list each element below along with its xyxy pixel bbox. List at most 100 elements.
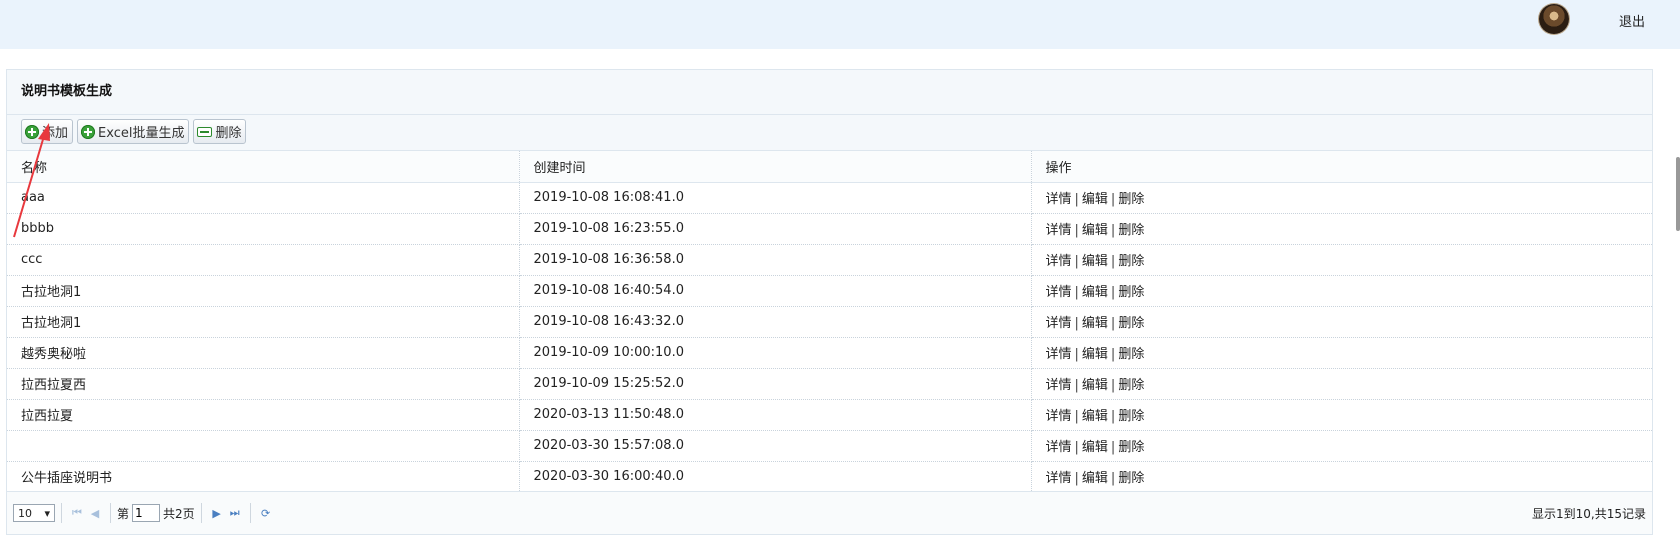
cell-actions: 详情 | 编辑 | 删除 bbox=[1031, 275, 1652, 307]
page-number-input[interactable] bbox=[132, 504, 161, 522]
action-separator: | bbox=[1074, 285, 1079, 300]
last-page-icon[interactable]: ⏭ bbox=[226, 504, 244, 522]
cell-actions: 详情 | 编辑 | 删除 bbox=[1031, 337, 1652, 369]
delete-link[interactable]: 删除 bbox=[1118, 254, 1144, 269]
delete-link[interactable]: 删除 bbox=[1118, 347, 1144, 362]
delete-button[interactable]: 删除 bbox=[193, 119, 247, 144]
detail-link[interactable]: 详情 bbox=[1046, 192, 1072, 207]
action-separator: | bbox=[1074, 254, 1079, 269]
table-row[interactable]: 古拉地洞1 2019-10-08 16:43:32.0 详情 | 编辑 | 删除 bbox=[7, 306, 1652, 338]
action-separator: | bbox=[1074, 223, 1079, 238]
detail-link[interactable]: 详情 bbox=[1046, 285, 1072, 300]
scrollbar-thumb[interactable] bbox=[1676, 157, 1680, 231]
action-separator: | bbox=[1110, 440, 1116, 455]
table-row[interactable]: 公牛插座说明书 2020-03-30 16:00:40.0 详情 | 编辑 | 删除 bbox=[7, 461, 1652, 493]
table-row[interactable]: 拉西拉夏西 2019-10-09 15:25:52.0 详情 | 编辑 | 删除 bbox=[7, 368, 1652, 400]
cell-created: 2019-10-08 16:36:58.0 bbox=[519, 244, 1032, 276]
action-separator: | bbox=[1110, 285, 1116, 300]
table-row[interactable]: 越秀奥秘啦 2019-10-09 10:00:10.0 详情 | 编辑 | 删除 bbox=[7, 337, 1652, 369]
add-button[interactable]: 添加 bbox=[21, 119, 74, 144]
edit-link[interactable]: 编辑 bbox=[1082, 223, 1108, 238]
action-separator: | bbox=[1110, 223, 1116, 238]
refresh-icon[interactable]: ⟳ bbox=[257, 504, 275, 522]
action-separator: | bbox=[1110, 409, 1116, 424]
detail-link[interactable]: 详情 bbox=[1046, 471, 1072, 486]
action-separator: | bbox=[1110, 316, 1116, 331]
cell-name: 拉西拉夏 bbox=[7, 399, 520, 431]
action-separator: | bbox=[1110, 192, 1116, 207]
delete-link[interactable]: 删除 bbox=[1118, 409, 1144, 424]
detail-link[interactable]: 详情 bbox=[1046, 440, 1072, 455]
add-button-label: 添加 bbox=[42, 126, 69, 141]
cell-name: 古拉地洞1 bbox=[7, 306, 520, 338]
edit-link[interactable]: 编辑 bbox=[1082, 254, 1108, 269]
edit-link[interactable]: 编辑 bbox=[1082, 471, 1108, 486]
delete-link[interactable]: 删除 bbox=[1118, 378, 1144, 393]
detail-link[interactable]: 详情 bbox=[1046, 409, 1072, 424]
action-separator: | bbox=[1074, 192, 1079, 207]
panel-title: 说明书模板生成 bbox=[7, 70, 1652, 115]
table-row[interactable]: 2020-03-30 15:57:08.0 详情 | 编辑 | 删除 bbox=[7, 430, 1652, 462]
action-separator: | bbox=[1074, 347, 1079, 362]
cell-created: 2019-10-09 10:00:10.0 bbox=[519, 337, 1032, 369]
delete-button-label: 删除 bbox=[215, 126, 242, 141]
pagination-info: 显示1到10,共15记录 bbox=[1532, 507, 1646, 521]
add-icon bbox=[81, 124, 96, 139]
cell-actions: 详情 | 编辑 | 删除 bbox=[1031, 182, 1652, 214]
cell-name bbox=[7, 430, 520, 462]
prev-page-icon[interactable]: ◀ bbox=[86, 504, 104, 522]
first-page-icon[interactable]: ⏮ bbox=[68, 504, 86, 522]
action-separator: | bbox=[1074, 440, 1079, 455]
action-separator: | bbox=[1110, 254, 1116, 269]
cell-name: bbbb bbox=[7, 213, 520, 245]
user-avatar[interactable] bbox=[1539, 4, 1569, 34]
action-separator: | bbox=[1110, 471, 1116, 486]
detail-link[interactable]: 详情 bbox=[1046, 378, 1072, 393]
table-row[interactable]: ccc 2019-10-08 16:36:58.0 详情 | 编辑 | 删除 bbox=[7, 244, 1652, 276]
table-row[interactable]: 古拉地洞1 2019-10-08 16:40:54.0 详情 | 编辑 | 删除 bbox=[7, 275, 1652, 307]
detail-link[interactable]: 详情 bbox=[1046, 316, 1072, 331]
delete-link[interactable]: 删除 bbox=[1118, 192, 1144, 207]
cell-name: aaa bbox=[7, 182, 520, 214]
cell-created: 2019-10-08 16:43:32.0 bbox=[519, 306, 1032, 338]
edit-link[interactable]: 编辑 bbox=[1082, 409, 1108, 424]
edit-link[interactable]: 编辑 bbox=[1082, 285, 1108, 300]
table-row[interactable]: aaa 2019-10-08 16:08:41.0 详情 | 编辑 | 删除 bbox=[7, 182, 1652, 214]
logout-link[interactable]: 退出 bbox=[1619, 11, 1645, 30]
detail-link[interactable]: 详情 bbox=[1046, 347, 1072, 362]
edit-link[interactable]: 编辑 bbox=[1082, 347, 1108, 362]
pager-divider bbox=[110, 503, 111, 523]
cell-created: 2020-03-13 11:50:48.0 bbox=[519, 399, 1032, 431]
edit-link[interactable]: 编辑 bbox=[1082, 440, 1108, 455]
excel-batch-button[interactable]: Excel批量生成 bbox=[77, 119, 190, 144]
cell-actions: 详情 | 编辑 | 删除 bbox=[1031, 244, 1652, 276]
next-page-icon[interactable]: ▶ bbox=[208, 504, 226, 522]
delete-link[interactable]: 删除 bbox=[1118, 285, 1144, 300]
pagination-bar: 10 ▾ ⏮ ◀ 第 共2页 ▶ ⏭ ⟳ 显示1到10,共15记录 bbox=[7, 491, 1652, 534]
cell-name: 越秀奥秘啦 bbox=[7, 337, 520, 369]
edit-link[interactable]: 编辑 bbox=[1082, 378, 1108, 393]
cell-created: 2019-10-09 15:25:52.0 bbox=[519, 368, 1032, 400]
toolbar: 添加 Excel批量生成 删除 bbox=[7, 115, 1652, 151]
table-row[interactable]: 拉西拉夏 2020-03-13 11:50:48.0 详情 | 编辑 | 删除 bbox=[7, 399, 1652, 431]
cell-actions: 详情 | 编辑 | 删除 bbox=[1031, 430, 1652, 462]
delete-link[interactable]: 删除 bbox=[1118, 316, 1144, 331]
edit-link[interactable]: 编辑 bbox=[1082, 192, 1108, 207]
top-bar: 退出 bbox=[0, 0, 1680, 49]
edit-link[interactable]: 编辑 bbox=[1082, 316, 1108, 331]
excel-batch-button-label: Excel批量生成 bbox=[98, 126, 185, 141]
column-header-created[interactable]: 创建时间 bbox=[519, 151, 1032, 183]
table-row[interactable]: bbbb 2019-10-08 16:23:55.0 详情 | 编辑 | 删除 bbox=[7, 213, 1652, 245]
detail-link[interactable]: 详情 bbox=[1046, 223, 1072, 238]
delete-link[interactable]: 删除 bbox=[1118, 440, 1144, 455]
cell-created: 2019-10-08 16:08:41.0 bbox=[519, 182, 1032, 214]
detail-link[interactable]: 详情 bbox=[1046, 254, 1072, 269]
delete-link[interactable]: 删除 bbox=[1118, 471, 1144, 486]
column-header-name[interactable]: 名称 bbox=[7, 151, 520, 183]
cell-actions: 详情 | 编辑 | 删除 bbox=[1031, 213, 1652, 245]
cell-created: 2019-10-08 16:40:54.0 bbox=[519, 275, 1032, 307]
delete-link[interactable]: 删除 bbox=[1118, 223, 1144, 238]
cell-created: 2020-03-30 16:00:40.0 bbox=[519, 461, 1032, 493]
cell-actions: 详情 | 编辑 | 删除 bbox=[1031, 306, 1652, 338]
page-size-select[interactable]: 10 ▾ bbox=[13, 504, 55, 522]
